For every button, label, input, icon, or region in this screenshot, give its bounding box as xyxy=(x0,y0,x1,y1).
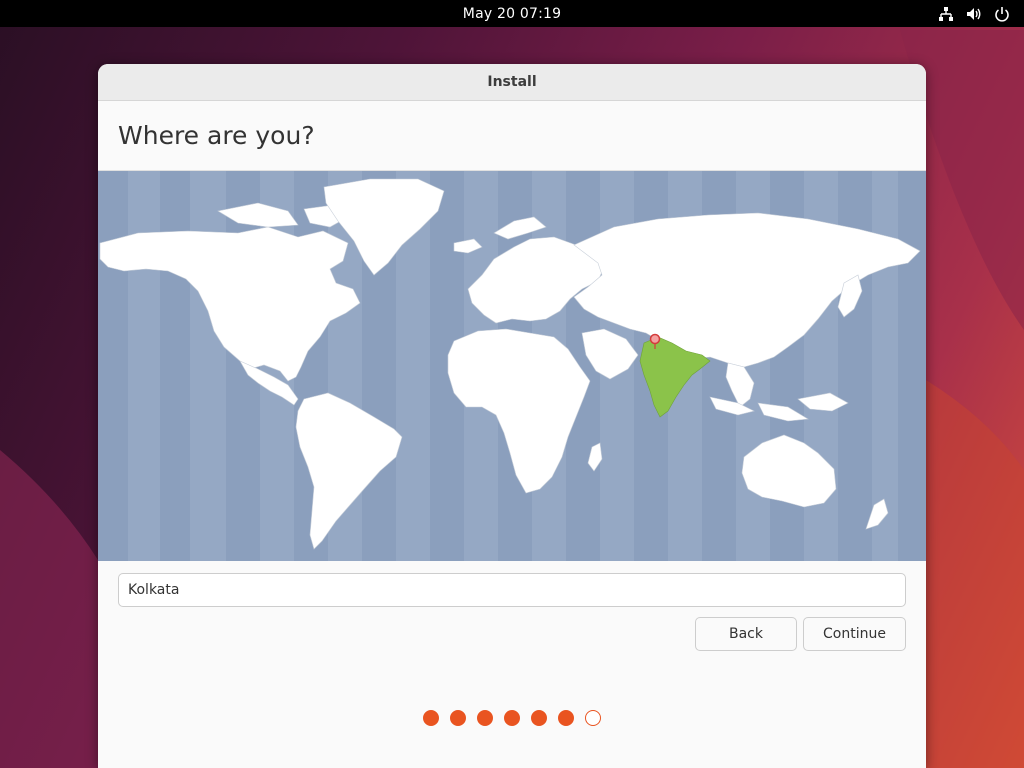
window-titlebar[interactable]: Install xyxy=(98,64,926,101)
progress-dot-current xyxy=(585,710,601,726)
top-bar: May 20 07:19 xyxy=(0,0,1024,27)
page-title: Where are you? xyxy=(98,101,926,170)
progress-dot-complete xyxy=(450,710,466,726)
navigation-buttons: Back Continue xyxy=(118,617,906,651)
back-button[interactable]: Back xyxy=(695,617,797,651)
progress-dot-complete xyxy=(504,710,520,726)
progress-dots xyxy=(98,710,926,726)
window-title: Install xyxy=(487,74,537,90)
progress-dot-complete xyxy=(531,710,547,726)
clock[interactable]: May 20 07:19 xyxy=(463,6,561,22)
timezone-map[interactable] xyxy=(98,170,926,561)
volume-icon[interactable] xyxy=(966,6,982,22)
progress-dot-complete xyxy=(558,710,574,726)
network-wired-icon[interactable] xyxy=(938,6,954,22)
progress-dot-complete xyxy=(477,710,493,726)
timezone-controls: Back Continue xyxy=(98,561,926,651)
system-tray[interactable] xyxy=(938,0,1010,27)
progress-dot-complete xyxy=(423,710,439,726)
timezone-input[interactable] xyxy=(118,573,906,607)
power-icon[interactable] xyxy=(994,6,1010,22)
installer-window: Install Where are you? Kolkata Back Cont… xyxy=(98,64,926,768)
continue-button[interactable]: Continue xyxy=(803,617,906,651)
